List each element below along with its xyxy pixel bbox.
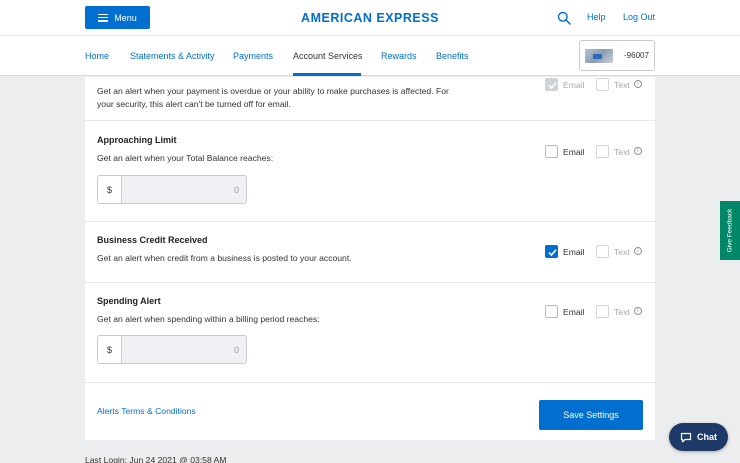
text-checkbox [596, 305, 609, 318]
card-number: -96007 [624, 51, 649, 60]
tab-benefits[interactable]: Benefits [436, 51, 469, 61]
tab-payments[interactable]: Payments [233, 51, 273, 61]
card-selector[interactable]: -96007 [579, 40, 655, 71]
alert-row-approaching-limit: Approaching Limit Get an alert when your… [85, 121, 655, 222]
amount-value[interactable]: 0 [122, 176, 246, 203]
currency-symbol: $ [98, 336, 122, 363]
give-feedback-tab[interactable]: Give Feedback [720, 201, 740, 260]
alert-description: Get an alert when spending within a bill… [97, 314, 320, 324]
save-settings-button[interactable]: Save Settings [539, 400, 643, 430]
text-label: Text [614, 147, 630, 157]
chat-label: Chat [697, 432, 717, 442]
chat-button[interactable]: Chat [669, 423, 728, 451]
alert-description: Get an alert when your payment is overdu… [97, 86, 449, 109]
alert-title: Approaching Limit [97, 135, 177, 145]
alert-row-payment: Get an alert when your payment is overdu… [85, 77, 655, 121]
main-nav: Home Statements & Activity Payments Acco… [0, 36, 740, 76]
email-checkbox [545, 78, 558, 91]
text-label: Text [614, 307, 630, 317]
email-checkbox[interactable] [545, 245, 558, 258]
info-icon[interactable]: i [634, 247, 642, 255]
tab-account-services[interactable]: Account Services [293, 51, 363, 61]
currency-symbol: $ [98, 176, 122, 203]
info-icon[interactable]: i [634, 147, 642, 155]
email-checkbox[interactable] [545, 145, 558, 158]
alert-description: Get an alert when credit from a business… [97, 253, 352, 263]
checkmark-icon [548, 82, 557, 90]
chat-icon [680, 432, 692, 442]
feedback-label: Give Feedback [726, 208, 734, 253]
help-link[interactable]: Help [587, 12, 606, 22]
tab-rewards[interactable]: Rewards [381, 51, 417, 61]
alert-description: Get an alert when your Total Balance rea… [97, 153, 274, 163]
text-checkbox [596, 78, 609, 91]
email-label: Email [563, 80, 585, 90]
card-image [585, 49, 613, 63]
logout-link[interactable]: Log Out [623, 12, 655, 22]
alerts-panel: Get an alert when your payment is overdu… [85, 77, 655, 440]
alert-row-business-credit: Business Credit Received Get an alert wh… [85, 222, 655, 283]
alert-row-spending: Spending Alert Get an alert when spendin… [85, 283, 655, 383]
text-checkbox [596, 245, 609, 258]
terms-link[interactable]: Alerts Terms & Conditions [97, 406, 196, 416]
alert-title: Business Credit Received [97, 235, 208, 245]
email-label: Email [563, 147, 585, 157]
tab-home[interactable]: Home [85, 51, 109, 61]
text-label: Text [614, 80, 630, 90]
checkmark-icon [548, 249, 557, 257]
search-icon[interactable] [557, 11, 571, 25]
tab-statements-activity[interactable]: Statements & Activity [130, 51, 215, 61]
info-icon[interactable]: i [634, 80, 642, 88]
alert-title: Spending Alert [97, 296, 161, 306]
info-icon[interactable]: i [634, 307, 642, 315]
email-label: Email [563, 307, 585, 317]
email-checkbox[interactable] [545, 305, 558, 318]
text-checkbox [596, 145, 609, 158]
amount-input[interactable]: $ 0 [97, 175, 247, 204]
amount-value[interactable]: 0 [122, 336, 246, 363]
active-tab-indicator [293, 73, 361, 76]
top-bar: Menu AMERICAN EXPRESS Help Log Out [0, 0, 740, 36]
amount-input[interactable]: $ 0 [97, 335, 247, 364]
last-login-text: Last Login: Jun 24 2021 @ 03:58 AM [85, 455, 227, 463]
email-label: Email [563, 247, 585, 257]
text-label: Text [614, 247, 630, 257]
